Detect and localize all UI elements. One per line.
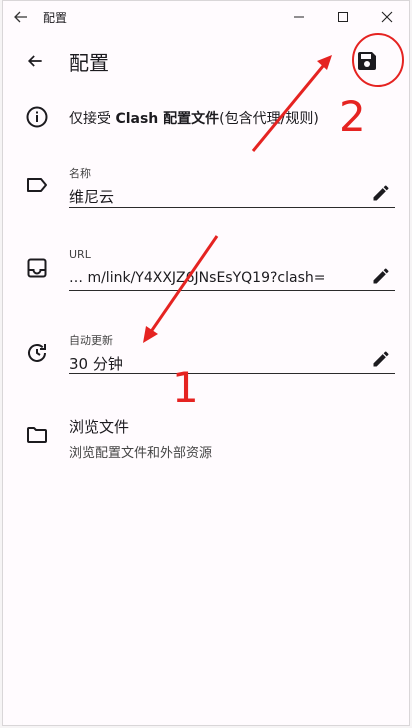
label-icon xyxy=(27,178,47,192)
url-label: URL xyxy=(69,248,91,261)
pencil-icon[interactable] xyxy=(371,266,391,286)
save-icon[interactable] xyxy=(355,49,379,73)
pencil-icon[interactable] xyxy=(371,183,391,203)
name-underline xyxy=(69,207,395,208)
back-arrow-icon[interactable] xyxy=(25,51,45,71)
url-underline xyxy=(69,290,395,291)
minimize-button[interactable] xyxy=(279,5,319,29)
browse-files-subtitle: 浏览配置文件和外部资源 xyxy=(69,446,213,461)
info-text: 仅接受 Clash 配置文件(包含代理/规则) xyxy=(69,108,319,128)
close-icon xyxy=(381,11,393,23)
maximize-button[interactable] xyxy=(323,5,363,29)
auto-update-underline xyxy=(69,373,395,374)
info-icon xyxy=(26,106,48,128)
back-arrow-icon[interactable] xyxy=(13,9,29,25)
folder-icon xyxy=(27,427,47,443)
update-icon xyxy=(28,344,46,362)
url-field[interactable]: … m/link/Y4XXJZ6JNsEsYQ19?clash= xyxy=(69,270,369,286)
auto-update-field[interactable]: 30 分钟 xyxy=(69,353,123,374)
window-titlebar: 配置 xyxy=(3,1,409,33)
page-title: 配置 xyxy=(69,51,109,75)
info-prefix: 仅接受 xyxy=(69,111,116,127)
name-label: 名称 xyxy=(69,167,91,180)
pencil-icon[interactable] xyxy=(371,349,391,369)
info-suffix: (包含代理/规则) xyxy=(219,111,319,127)
app-bar: 配置 xyxy=(3,33,409,89)
annotation-number-2: 2 xyxy=(339,92,366,141)
inbox-icon xyxy=(27,258,47,278)
annotation-number-1: 1 xyxy=(172,363,199,412)
name-field[interactable]: 维尼云 xyxy=(69,186,114,207)
maximize-icon xyxy=(338,12,348,22)
auto-update-label: 自动更新 xyxy=(69,334,113,347)
info-bold: Clash 配置文件 xyxy=(115,111,220,127)
window-title: 配置 xyxy=(43,11,68,25)
minimize-icon xyxy=(294,16,304,18)
close-button[interactable] xyxy=(367,5,407,29)
browse-files-title: 浏览文件 xyxy=(69,418,130,436)
